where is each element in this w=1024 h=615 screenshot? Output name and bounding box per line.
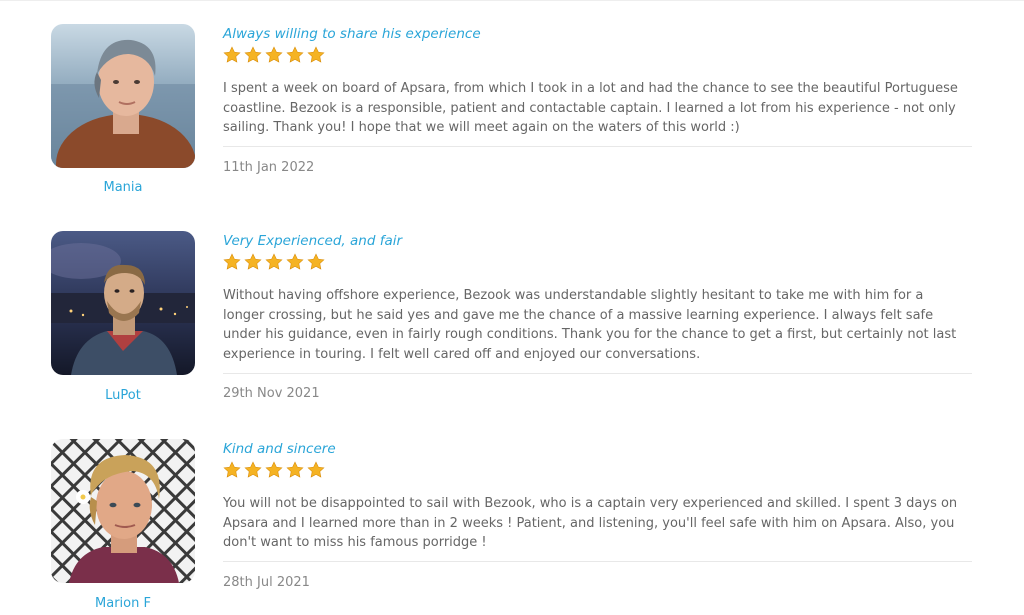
star-icon xyxy=(307,253,325,270)
star-icon xyxy=(286,46,304,63)
review-date: 29th Nov 2021 xyxy=(223,386,320,401)
review-text: I spent a week on board of Apsara, from … xyxy=(223,81,958,135)
star-icon xyxy=(265,46,283,63)
star-icon xyxy=(265,461,283,478)
avatar[interactable] xyxy=(51,231,195,375)
avatar[interactable] xyxy=(51,439,195,583)
star-icon xyxy=(265,253,283,270)
star-icon xyxy=(223,253,241,270)
review-text: Without having offshore experience, Bezo… xyxy=(223,288,957,362)
reviewer-name-link[interactable]: LuPot xyxy=(51,388,195,403)
review-text: You will not be disappointed to sail wit… xyxy=(223,496,958,550)
star-icon xyxy=(244,46,262,63)
page-top-border xyxy=(0,0,1024,1)
reviewer-name-link[interactable]: Marion F xyxy=(51,596,195,611)
star-rating xyxy=(223,46,328,64)
star-icon xyxy=(223,461,241,478)
star-rating xyxy=(223,461,328,479)
review-date: 11th Jan 2022 xyxy=(223,160,315,175)
review-title: Always willing to share his experience xyxy=(223,26,481,42)
divider xyxy=(223,561,972,562)
review-item: LuPot Very Experienced, and fair Without… xyxy=(0,231,1024,431)
reviewer-name-link[interactable]: Mania xyxy=(51,180,195,195)
star-icon xyxy=(223,46,241,63)
review-title: Very Experienced, and fair xyxy=(223,233,403,249)
star-icon xyxy=(244,461,262,478)
avatar[interactable] xyxy=(51,24,195,168)
star-icon xyxy=(307,461,325,478)
star-icon xyxy=(286,461,304,478)
star-icon xyxy=(244,253,262,270)
star-rating xyxy=(223,253,328,271)
divider xyxy=(223,373,972,374)
star-icon xyxy=(307,46,325,63)
review-item: Mania Always willing to share his experi… xyxy=(0,24,1024,224)
star-icon xyxy=(286,253,304,270)
divider xyxy=(223,146,972,147)
review-date: 28th Jul 2021 xyxy=(223,575,310,590)
review-title: Kind and sincere xyxy=(223,441,336,457)
review-item: Marion F Kind and sincere You will not b… xyxy=(0,439,1024,615)
